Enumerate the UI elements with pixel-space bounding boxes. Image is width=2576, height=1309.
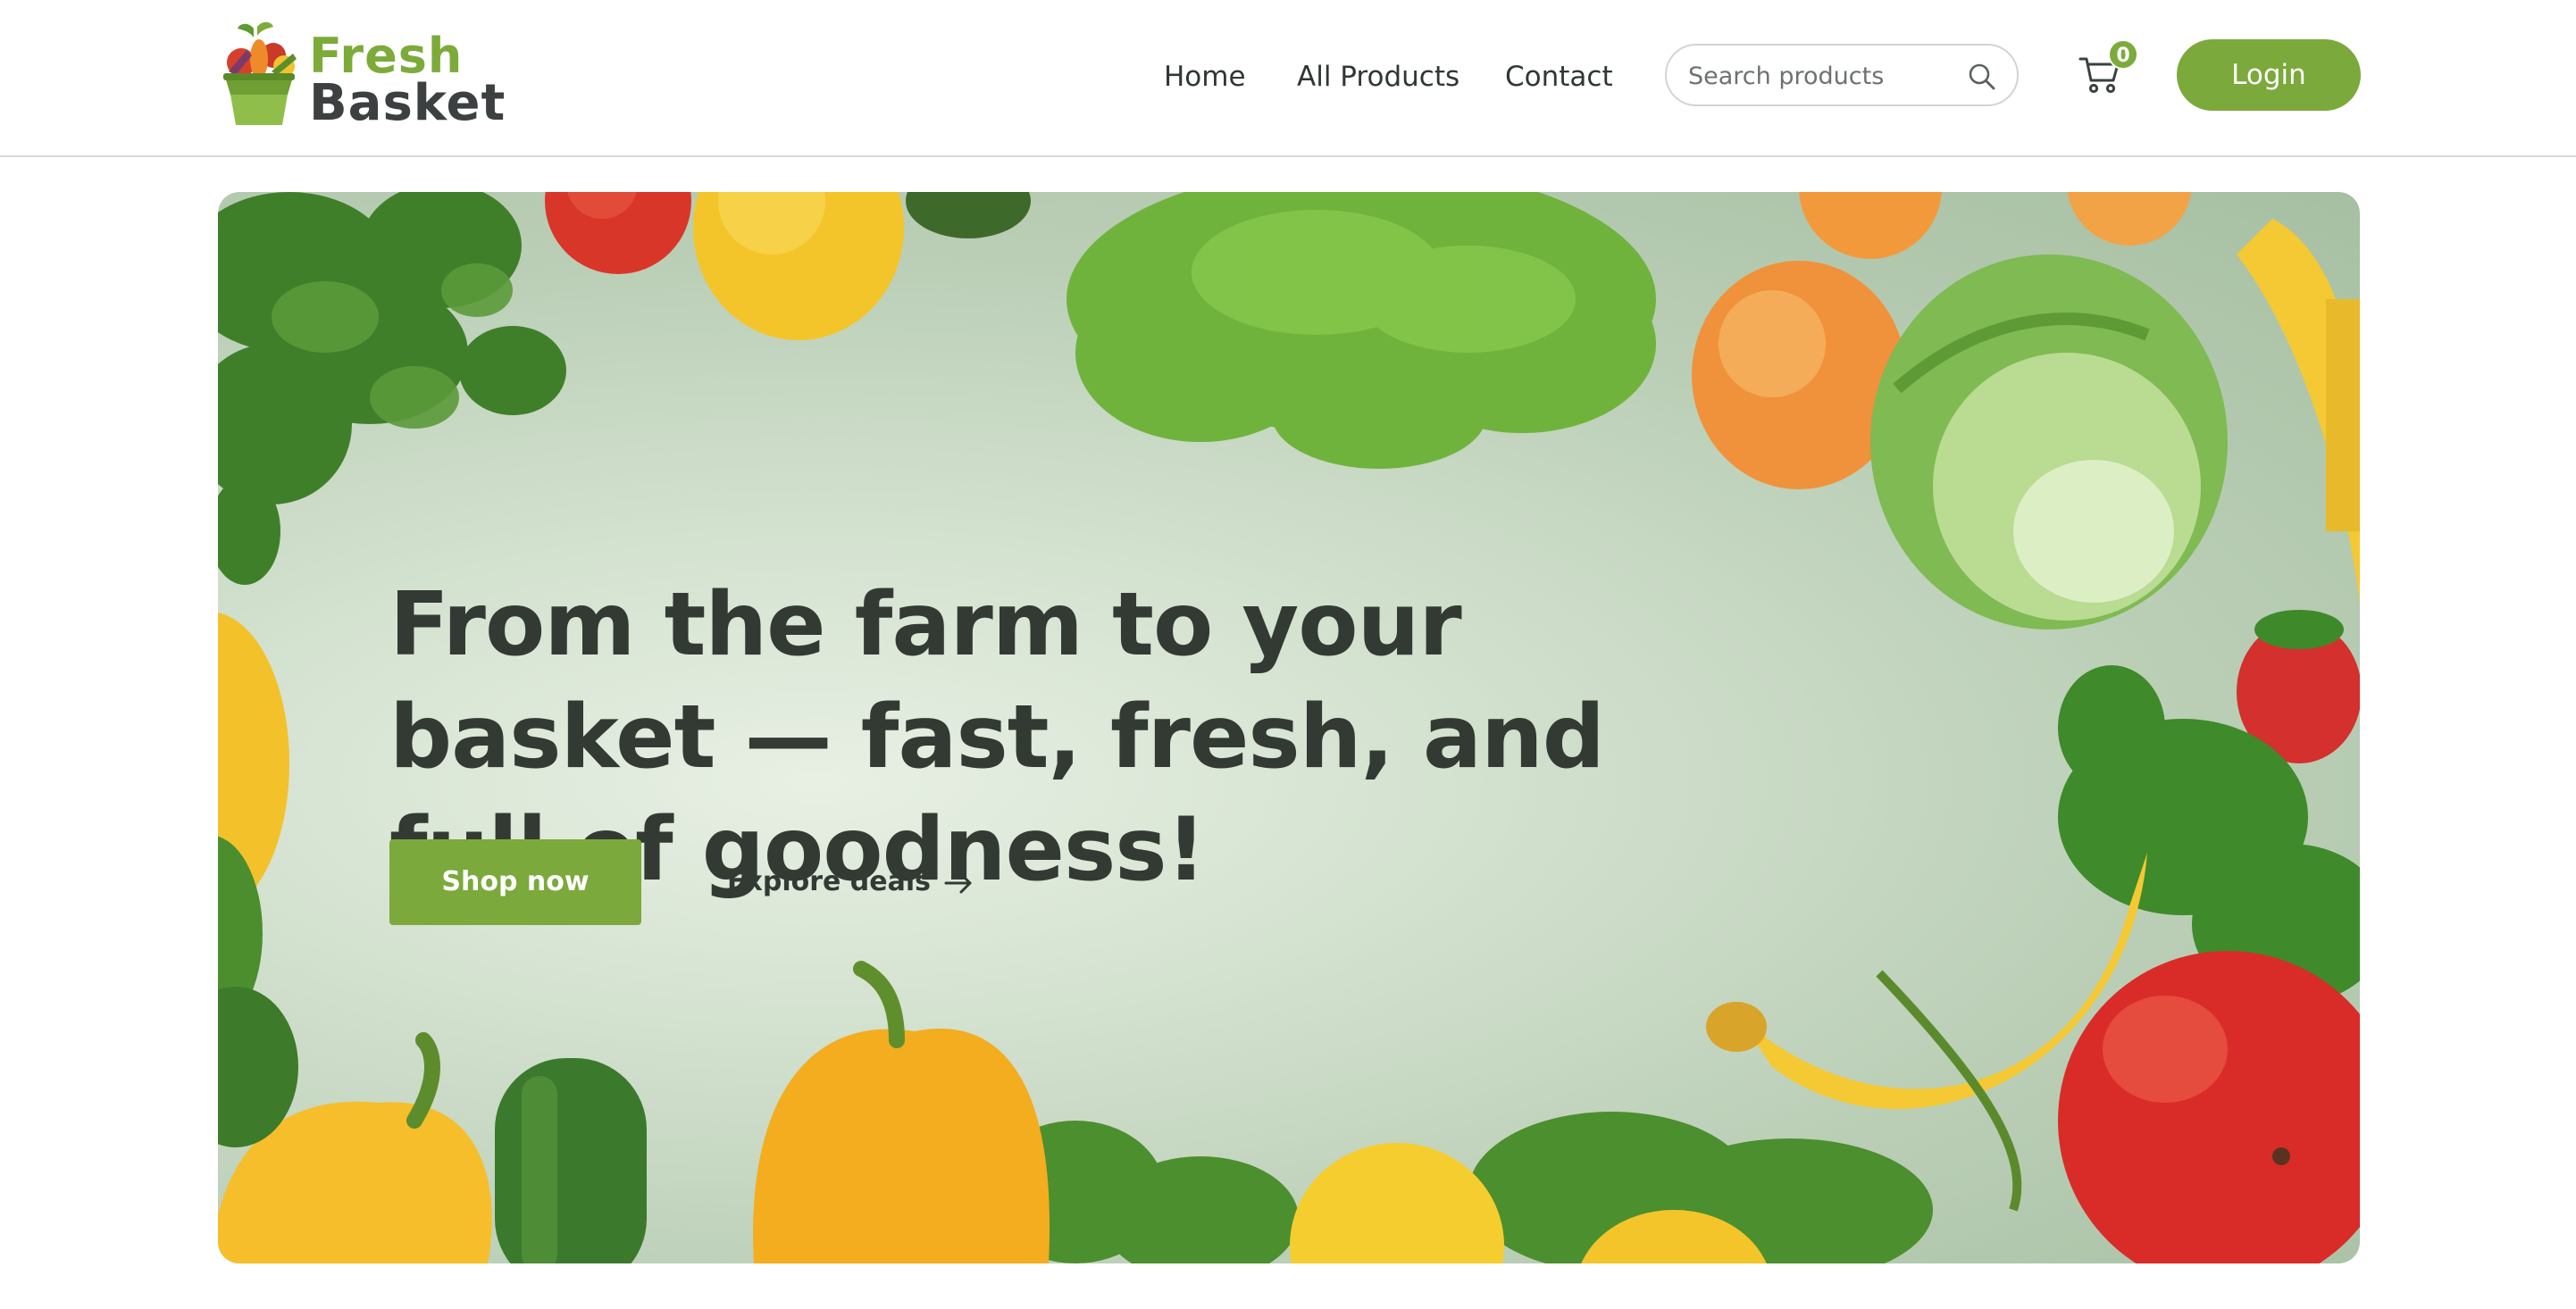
brand-name-top: Fresh [309, 28, 464, 84]
cart-count-badge: 0 [2108, 39, 2138, 70]
arrow-right-icon [944, 872, 972, 893]
site-header: Fresh Basket Home All Products Contact 0… [0, 0, 2576, 157]
explore-deals-link[interactable]: Explore deals [727, 862, 974, 903]
cart-button[interactable]: 0 [2072, 39, 2144, 102]
explore-deals-label: Explore deals [727, 866, 932, 897]
brand-logo[interactable]: Fresh Basket [220, 20, 505, 134]
brand-name-bottom: Basket [309, 74, 506, 132]
shop-now-button[interactable]: Shop now [389, 839, 641, 925]
hero-banner: From the farm to your basket — fast, fre… [218, 192, 2360, 1263]
basket-logo-icon [223, 21, 297, 125]
nav-link-home[interactable]: Home [1164, 57, 1246, 96]
nav-link-contact[interactable]: Contact [1505, 57, 1613, 96]
search-box [1665, 44, 2019, 106]
login-button[interactable]: Login [2177, 39, 2361, 111]
search-icon[interactable] [1967, 62, 1997, 92]
search-input[interactable] [1688, 56, 1956, 96]
nav-link-all-products[interactable]: All Products [1297, 57, 1459, 96]
